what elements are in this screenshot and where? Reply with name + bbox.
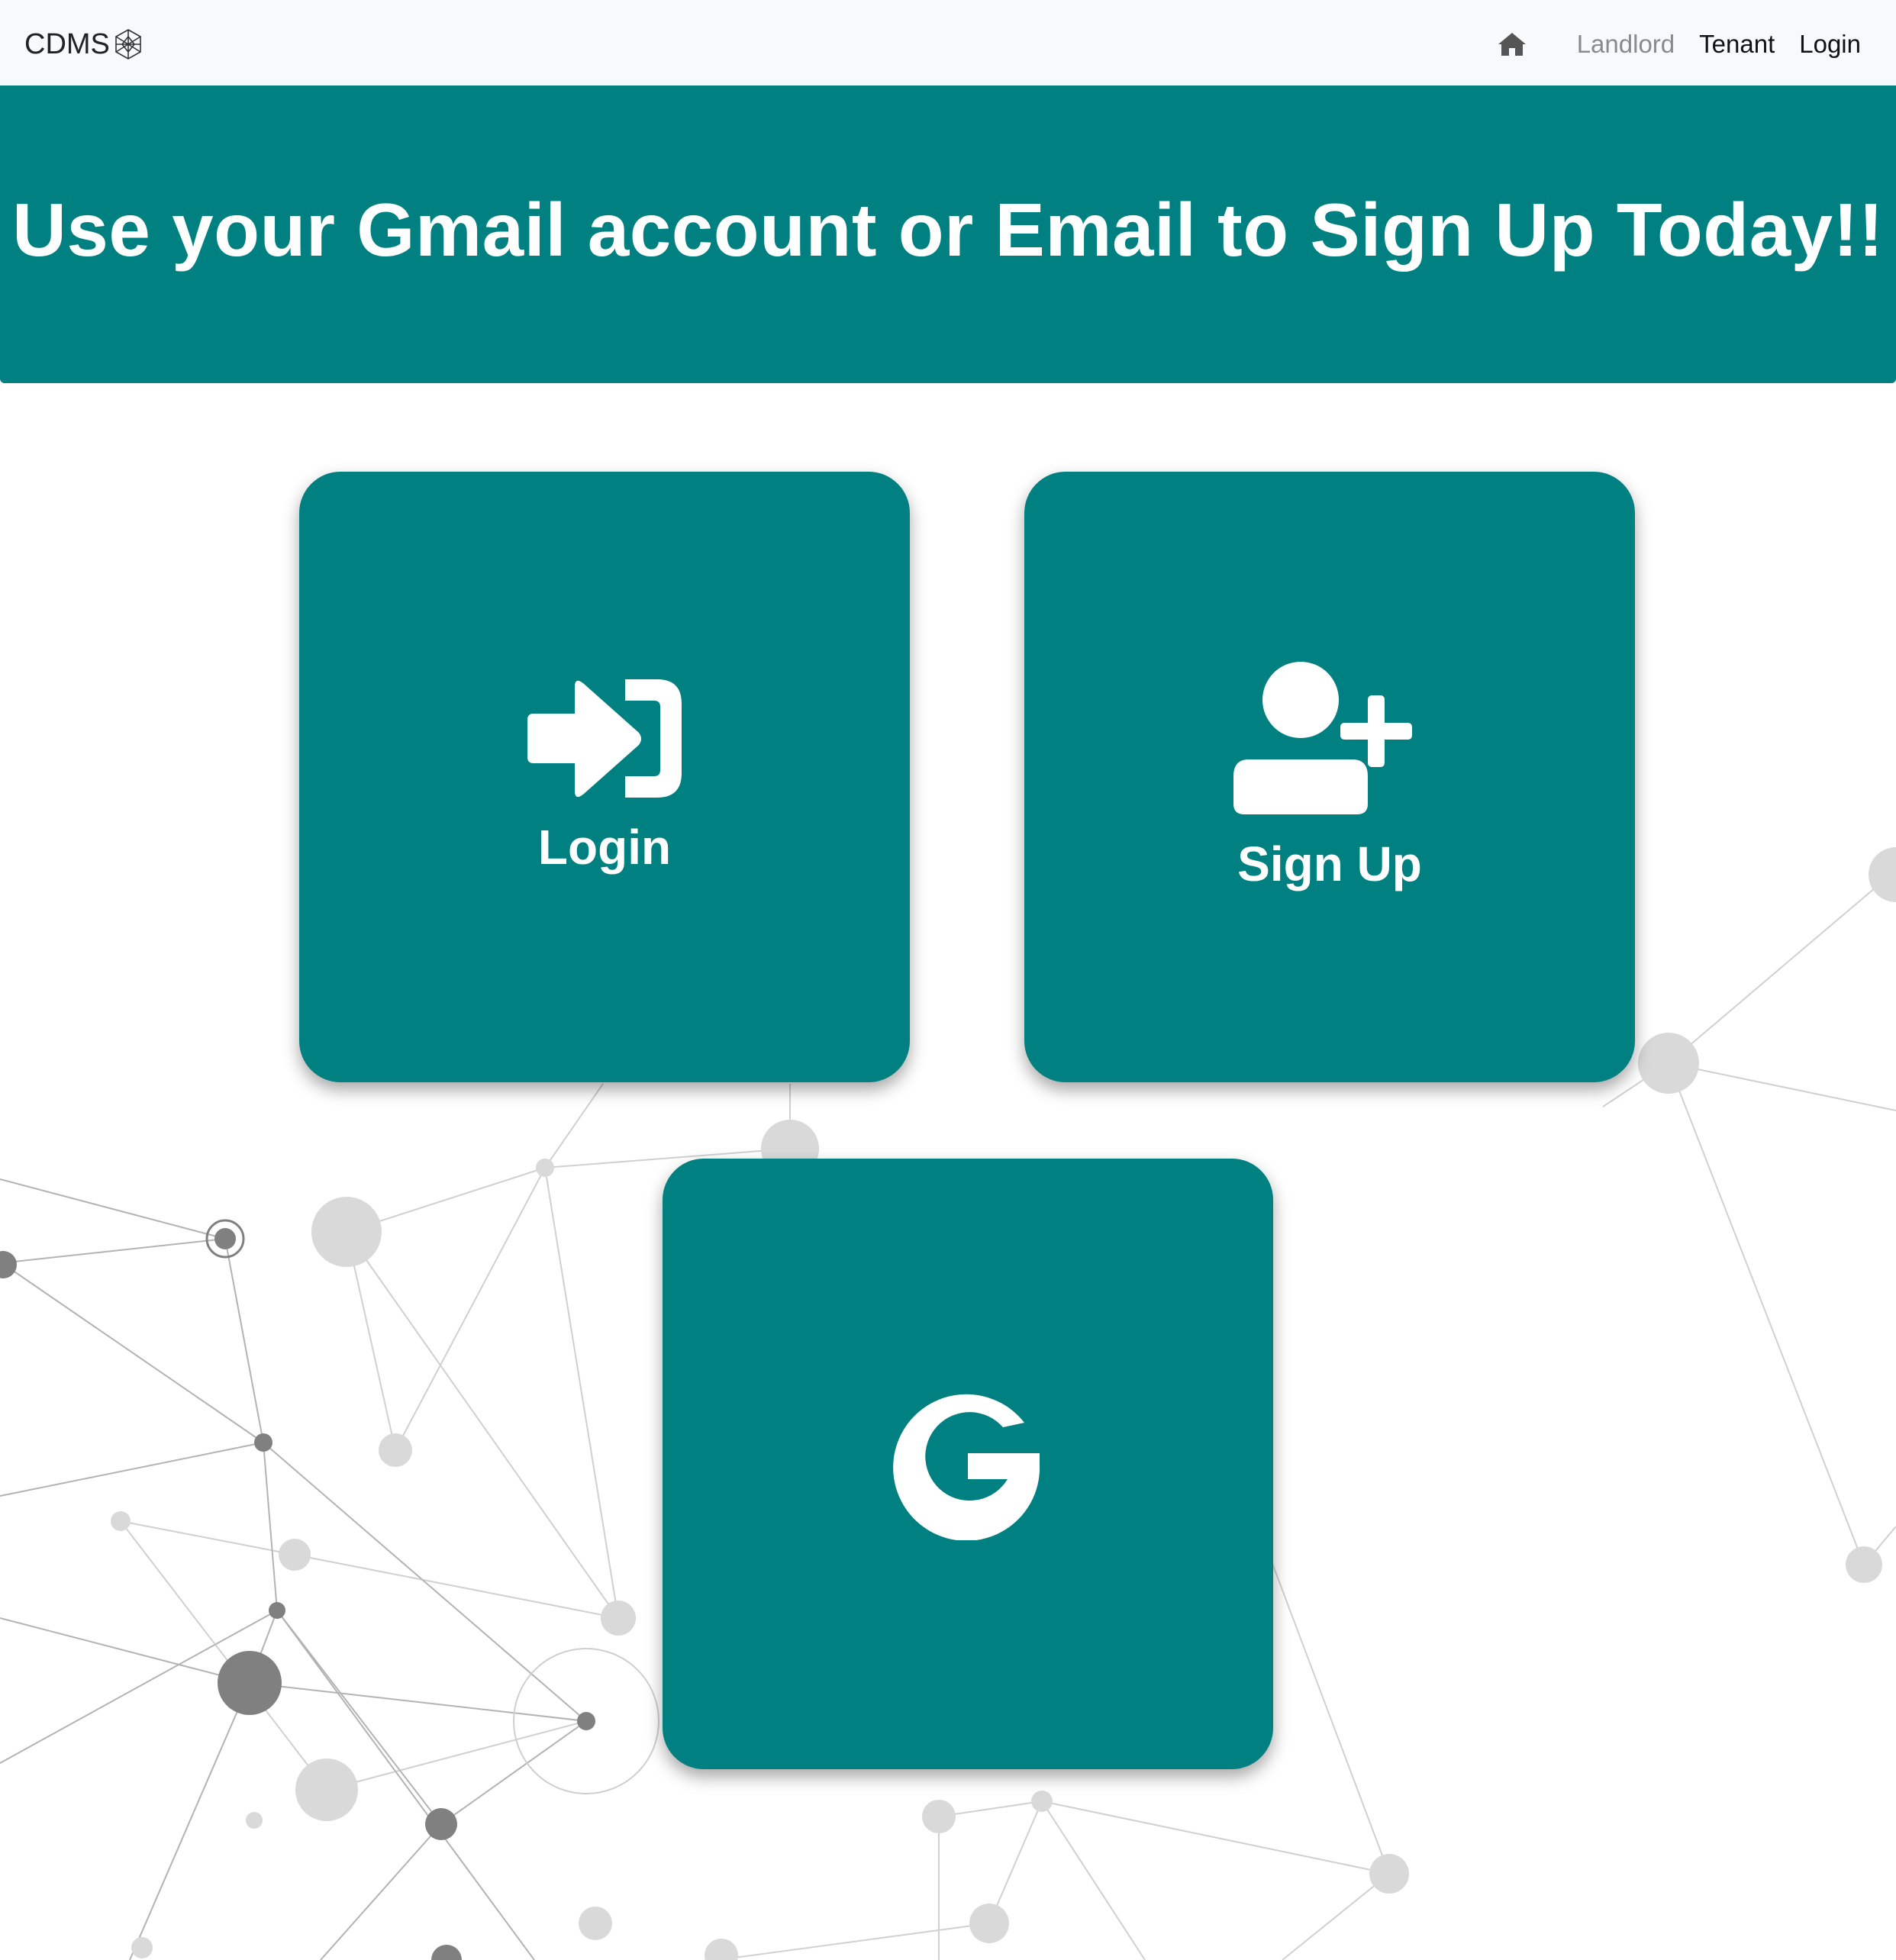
home-icon[interactable] [1498, 31, 1527, 57]
banner-title: Use your Gmail account or Email to Sign … [12, 187, 1884, 272]
google-signin-card-button[interactable] [663, 1159, 1273, 1769]
signup-card-label: Sign Up [1237, 837, 1422, 891]
nav-links: Landlord Tenant Login [1498, 21, 1861, 67]
hero-banner: Use your Gmail account or Email to Sign … [0, 85, 1896, 383]
brand-name: CDMS [24, 27, 110, 60]
top-navbar: CDMS Landlord Tenant Login [0, 0, 1896, 85]
nav-link-landlord[interactable]: Landlord [1577, 30, 1675, 59]
google-icon [893, 1394, 1040, 1540]
nav-link-tenant[interactable]: Tenant [1699, 30, 1775, 59]
login-card-button[interactable]: Login [299, 472, 910, 1082]
page: CDMS Landlord Tenant Login Use your Gmai… [0, 0, 1896, 1960]
nav-link-login[interactable]: Login [1799, 30, 1861, 59]
sign-in-icon [527, 679, 682, 798]
brand-logo-link[interactable]: CDMS [24, 21, 145, 67]
signup-card-button[interactable]: Sign Up [1024, 472, 1635, 1082]
crystal-globe-icon [115, 29, 141, 60]
user-plus-icon [1233, 662, 1412, 814]
login-card-label: Login [537, 819, 672, 875]
